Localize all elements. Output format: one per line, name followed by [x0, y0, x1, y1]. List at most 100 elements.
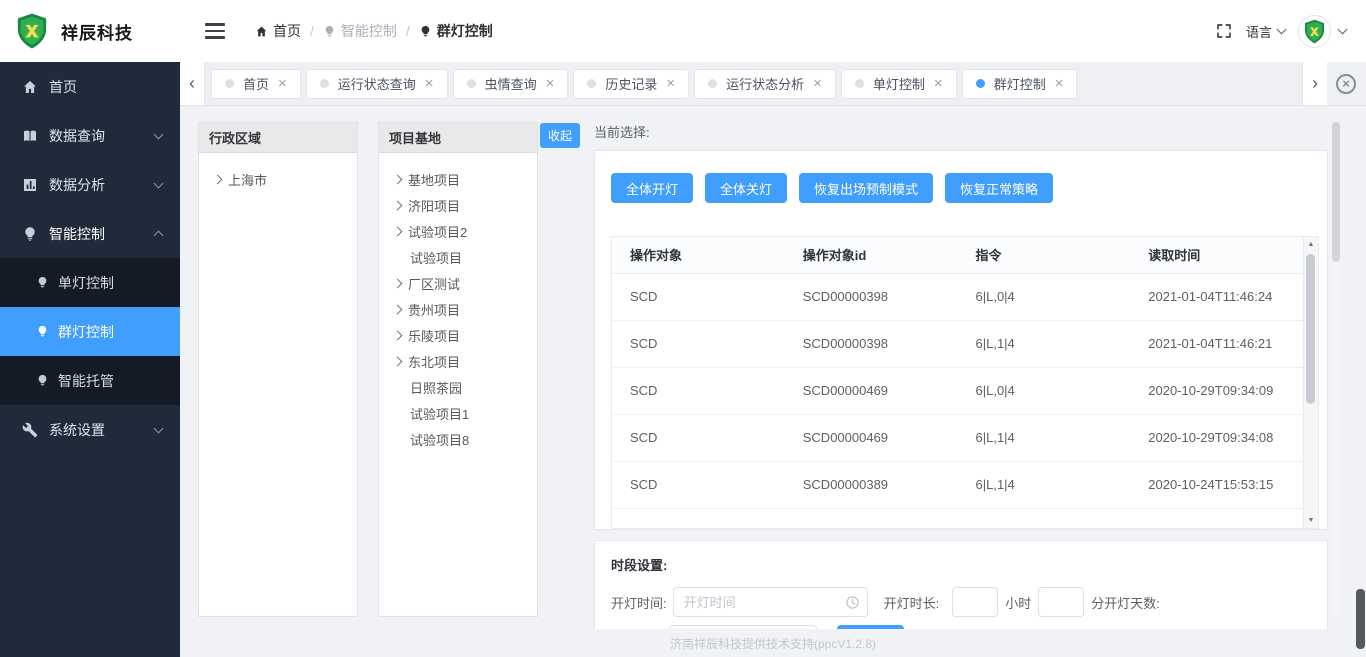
- sidebar-item-smart-hosting[interactable]: 智能托管: [0, 356, 180, 405]
- clock-icon[interactable]: [845, 595, 860, 610]
- tree-item[interactable]: 试验项目8: [379, 426, 537, 452]
- breadcrumb-home[interactable]: 首页: [255, 21, 301, 41]
- bulb-icon: [36, 276, 49, 289]
- on-time-input[interactable]: [684, 595, 839, 610]
- tree-item-shanghai[interactable]: 上海市: [199, 166, 357, 192]
- table-row: SCD SCD00000469 6|L,1|4 2020-10-29T09:34…: [612, 414, 1303, 461]
- tree-item[interactable]: 厂区测试: [379, 270, 537, 296]
- chevron-right-icon: [393, 200, 403, 210]
- sidebar-item-data-analysis[interactable]: 数据分析: [0, 160, 180, 209]
- cell-command: 6|L,0|4: [958, 367, 1131, 414]
- sidebar-item-data-query[interactable]: 数据查询: [0, 111, 180, 160]
- region-tree: 上海市: [199, 153, 357, 205]
- cell-read-time: 2021-01-04T11:46:24: [1130, 273, 1303, 320]
- restore-factory-preset-button[interactable]: 恢复出场预制模式: [799, 173, 933, 203]
- sidebar-submenu-smart-control: 单灯控制 群灯控制 智能托管: [0, 258, 180, 405]
- tree-item[interactable]: 基地项目: [379, 166, 537, 192]
- sidebar-subitem-label: 群灯控制: [58, 322, 114, 342]
- sidebar-subitem-label: 智能托管: [58, 371, 114, 391]
- scrollbar-thumb[interactable]: [1332, 122, 1340, 262]
- tree-item-label: 试验项目8: [410, 430, 469, 449]
- project-tree: 基地项目 济阳项目 试验项目2 试验项目 厂区测试: [379, 153, 537, 465]
- tree-item[interactable]: 贵州项目: [379, 296, 537, 322]
- submit-button[interactable]: [837, 625, 904, 629]
- tree-item[interactable]: 试验项目2: [379, 218, 537, 244]
- tree-item[interactable]: 试验项目1: [379, 400, 537, 426]
- tabs-scroll-right-icon[interactable]: [1302, 62, 1327, 105]
- all-off-button[interactable]: 全体关灯: [705, 173, 787, 203]
- language-dropdown[interactable]: 语言: [1246, 22, 1285, 41]
- tree-item[interactable]: 乐陵项目: [379, 322, 537, 348]
- tree-item[interactable]: 试验项目: [379, 244, 537, 270]
- tab-home[interactable]: 首页: [211, 69, 301, 99]
- content-scrollbar[interactable]: [1332, 122, 1340, 619]
- tree-item-label: 东北项目: [408, 352, 460, 371]
- close-icon[interactable]: [934, 76, 943, 91]
- chevron-down-icon: [1338, 25, 1348, 35]
- sidebar-item-system-settings[interactable]: 系统设置: [0, 405, 180, 454]
- all-on-button[interactable]: 全体开灯: [611, 173, 693, 203]
- sidebar: 祥辰科技 首页 数据查询 数据分析 智能控制: [0, 0, 180, 657]
- hours-unit-label: 小时: [1005, 593, 1031, 612]
- secondary-time-input[interactable]: [669, 625, 817, 629]
- tree-item[interactable]: 日照茶园: [379, 374, 537, 400]
- bulb-icon: [36, 374, 49, 387]
- tab-label: 虫情查询: [485, 74, 537, 93]
- close-icon[interactable]: [278, 76, 287, 91]
- scroll-up-icon[interactable]: [1304, 237, 1318, 252]
- close-icon[interactable]: [425, 76, 434, 91]
- duration-hours-input[interactable]: [952, 587, 998, 617]
- chevron-right-icon: [393, 330, 403, 340]
- tab-single-lamp-control[interactable]: 单灯控制: [841, 69, 957, 99]
- restore-normal-strategy-button[interactable]: 恢复正常策略: [945, 173, 1053, 203]
- control-column: 当前选择: 全体开灯 全体关灯 恢复出场预制模式 恢复正常策略: [594, 122, 1328, 629]
- scrollbar-track[interactable]: [1304, 252, 1318, 513]
- tab-dot-icon: [855, 79, 864, 88]
- hamburger-menu-icon[interactable]: [205, 23, 225, 39]
- tabs-scroll-left-icon[interactable]: [180, 62, 205, 105]
- fullscreen-icon[interactable]: [1215, 22, 1233, 40]
- scroll-down-icon[interactable]: [1304, 513, 1318, 528]
- sidebar-item-home[interactable]: 首页: [0, 62, 180, 111]
- sidebar-item-label: 数据查询: [49, 126, 155, 146]
- wrench-icon: [22, 422, 38, 438]
- breadcrumb-section[interactable]: 智能控制: [323, 21, 397, 41]
- tab-run-status-analysis[interactable]: 运行状态分析: [694, 69, 836, 99]
- close-icon[interactable]: [1055, 76, 1064, 91]
- sidebar-item-single-lamp-control[interactable]: 单灯控制: [0, 258, 180, 307]
- cell-target: SCD: [612, 414, 785, 461]
- home-icon: [255, 25, 268, 38]
- scrollbar-thumb[interactable]: [1306, 254, 1315, 404]
- tab-label: 群灯控制: [994, 74, 1046, 93]
- time-settings-row: 开灯时间: 开灯时长: 小时 分 开灯天数:: [611, 587, 1311, 617]
- table-scrollbar[interactable]: [1303, 237, 1318, 528]
- tree-item[interactable]: 济阳项目: [379, 192, 537, 218]
- close-icon[interactable]: [666, 76, 675, 91]
- tab-dot-icon: [225, 79, 234, 88]
- tab-insect-query[interactable]: 虫情查询: [453, 69, 569, 99]
- tab-history[interactable]: 历史记录: [573, 69, 689, 99]
- collapse-panel-button[interactable]: 收起: [540, 123, 580, 148]
- tree-item[interactable]: 东北项目: [379, 348, 537, 374]
- footer-text: 济南祥辰科技提供技术支持(ppcV1.2.8): [670, 635, 876, 652]
- sidebar-item-smart-control[interactable]: 智能控制: [0, 209, 180, 258]
- duration-minutes-input[interactable]: [1038, 587, 1084, 617]
- current-selection-label: 当前选择:: [594, 122, 1328, 142]
- sidebar-item-group-lamp-control[interactable]: 群灯控制: [0, 307, 180, 356]
- cell-target: SCD: [612, 461, 785, 508]
- window-scrollbar-thumb[interactable]: [1356, 589, 1365, 649]
- tab-dot-icon: [976, 79, 985, 88]
- cell-read-time: 2021-01-04T11:46:21: [1130, 320, 1303, 367]
- table-row: SCD SCD00000469 6|L,0|4 2020-10-29T09:34…: [612, 367, 1303, 414]
- close-icon[interactable]: [813, 76, 822, 91]
- avatar-shield-icon: [1301, 18, 1328, 45]
- content-area: 行政区域 上海市 项目基地 基地项目: [180, 106, 1366, 629]
- user-avatar-dropdown[interactable]: [1298, 15, 1346, 48]
- bulb-icon: [36, 325, 49, 338]
- tab-group-lamp-control[interactable]: 群灯控制: [962, 69, 1078, 99]
- tab-run-status-query[interactable]: 运行状态查询: [306, 69, 448, 99]
- close-all-tabs-icon[interactable]: [1336, 74, 1356, 94]
- close-icon[interactable]: [546, 76, 555, 91]
- brand-logo: 祥辰科技: [0, 0, 180, 62]
- cell-target-id: SCD00000469: [785, 367, 958, 414]
